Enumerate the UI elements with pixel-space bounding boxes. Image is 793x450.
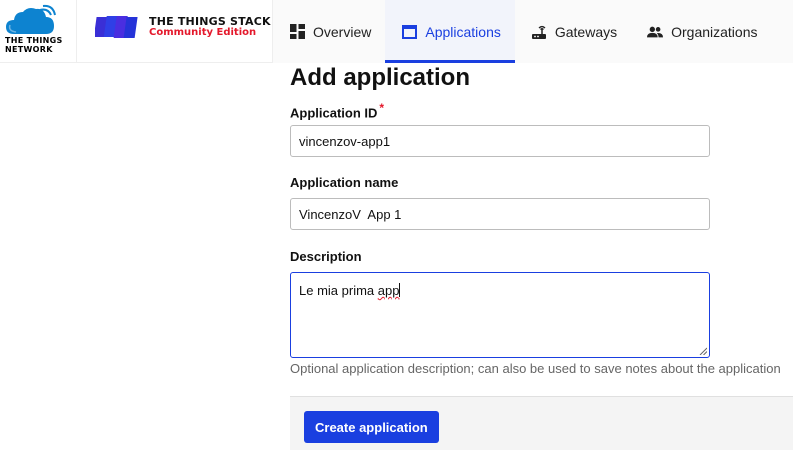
tts-logo[interactable]: THE THINGS STACK Community Edition (77, 0, 273, 63)
create-application-button[interactable]: Create application (304, 411, 439, 443)
description-misspelled-word: app (377, 283, 400, 298)
application-name-value: VincenzoV App 1 (299, 206, 402, 222)
dashboard-icon (289, 24, 305, 40)
application-id-input[interactable]: vincenzov-app1 (290, 125, 710, 157)
application-id-label-text: Application ID (290, 105, 378, 121)
ttn-line2: NETWORK (5, 45, 53, 54)
required-marker: * (379, 101, 385, 115)
page-title: Add application (290, 64, 470, 91)
description-text: Le mia prima (299, 283, 378, 298)
nav-organizations[interactable]: Organizations (631, 0, 771, 63)
router-icon (531, 24, 547, 40)
top-header: THE THINGS NETWORK THE THINGS STACK Comm… (0, 0, 793, 63)
description-textarea[interactable]: Le mia prima app (290, 272, 710, 358)
main-nav: Overview Applications Gateways Organizat… (273, 0, 793, 63)
ttn-logo-text: THE THINGS NETWORK (5, 36, 63, 54)
stack-logo-icon (95, 16, 138, 38)
nav-applications-label: Applications (425, 23, 501, 40)
application-name-label: Application name (290, 175, 399, 190)
nav-gateways-label: Gateways (554, 23, 618, 40)
application-id-label: Application ID * (290, 101, 384, 120)
nav-applications[interactable]: Applications (385, 0, 515, 63)
nav-overview-label: Overview (313, 23, 372, 40)
ttn-logo[interactable]: THE THINGS NETWORK (0, 0, 77, 63)
application-name-input[interactable]: VincenzoV App 1 (290, 198, 710, 230)
form-footer: Create application (290, 396, 793, 450)
text-caret (399, 283, 401, 297)
resize-handle-icon[interactable] (699, 347, 707, 355)
nav-organizations-label: Organizations (671, 23, 758, 40)
nav-gateways[interactable]: Gateways (515, 0, 631, 63)
application-icon (401, 24, 417, 40)
ttn-line1: THE THINGS (5, 36, 63, 45)
application-id-value: vincenzov-app1 (299, 133, 391, 149)
description-hint: Optional application description; can al… (290, 361, 781, 376)
cloud-icon (6, 4, 56, 34)
nav-overview[interactable]: Overview (273, 0, 385, 63)
description-label: Description (290, 249, 362, 264)
people-icon (647, 24, 664, 40)
stack-edition: Community Edition (149, 27, 257, 38)
